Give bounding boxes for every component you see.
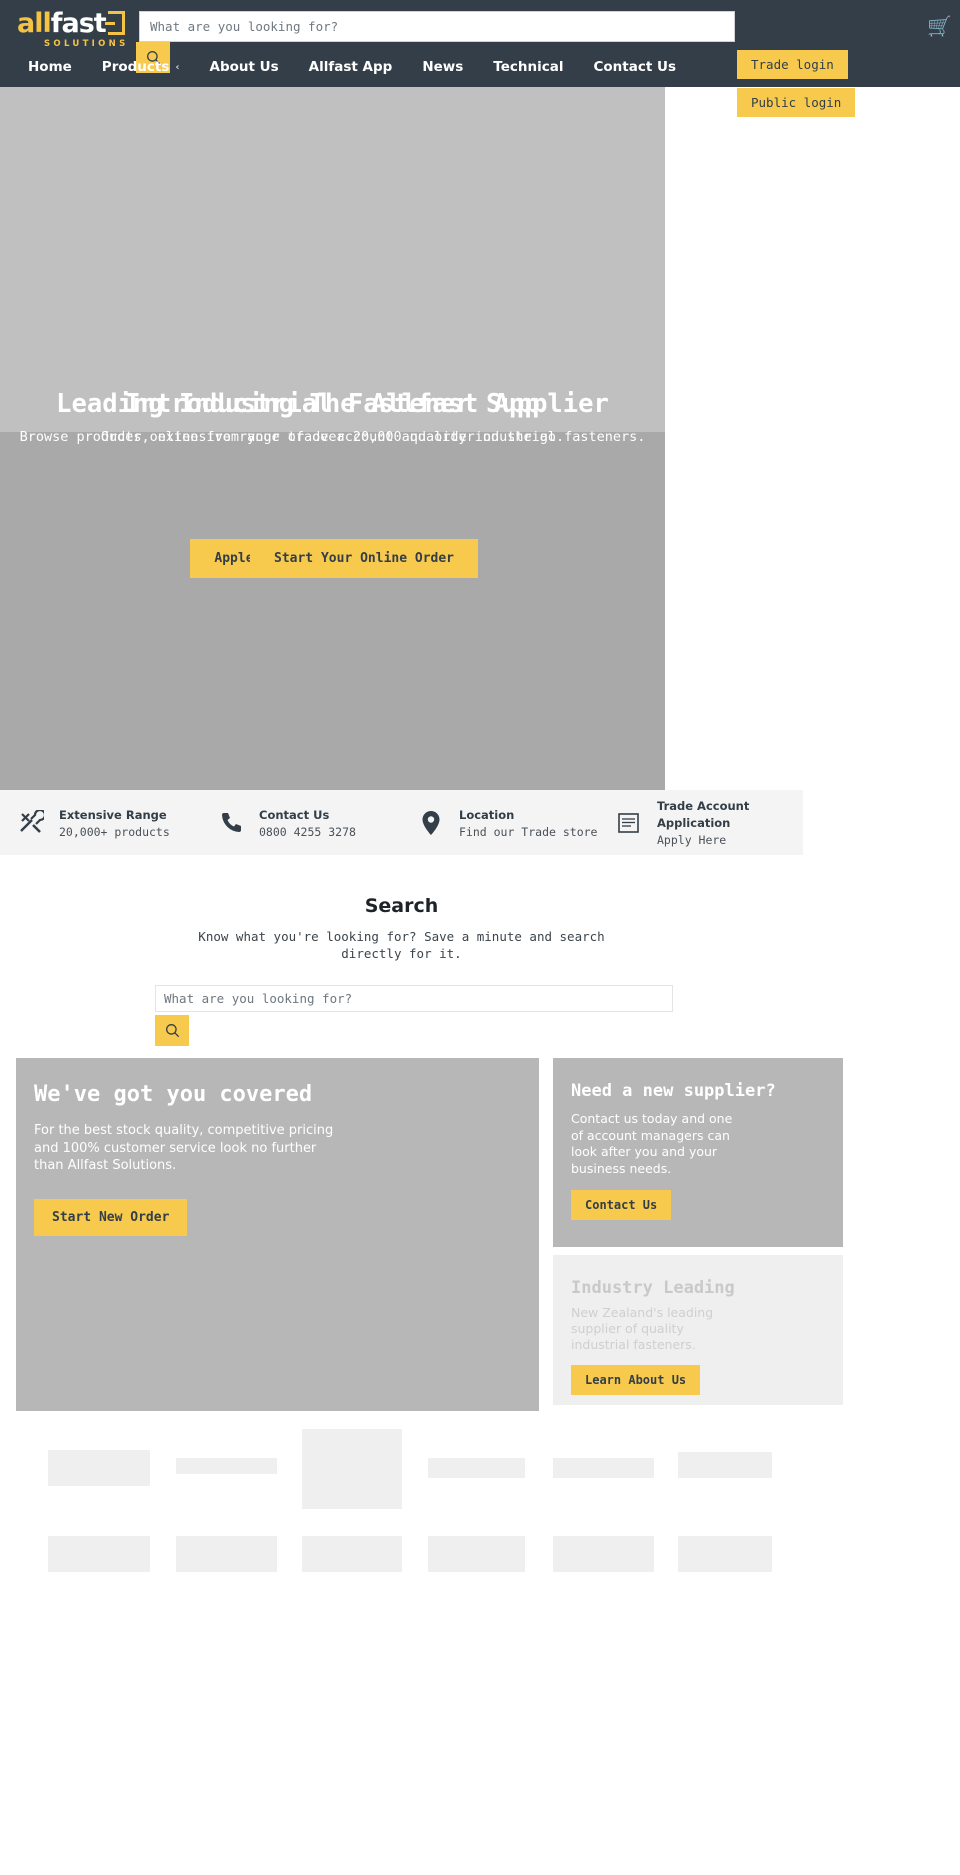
main-search-button[interactable] xyxy=(155,1015,189,1046)
nav-item-about-us[interactable]: About Us xyxy=(195,59,294,75)
feature-contact-us[interactable]: Contact Us 0800 4255 3278 xyxy=(200,806,400,840)
nav-item-home[interactable]: Home xyxy=(13,59,87,75)
nav-item-news[interactable]: News xyxy=(407,59,478,75)
search-section-title: Search xyxy=(364,895,439,917)
shopping-cart-icon[interactable]: 🛒 xyxy=(927,14,952,38)
skeleton-block xyxy=(553,1458,654,1478)
hero-overlay-band xyxy=(0,432,665,815)
skeleton-block xyxy=(302,1536,402,1572)
contact-us-button[interactable]: Contact Us xyxy=(571,1190,672,1220)
nav-label: Products xyxy=(101,59,170,75)
feature-title: Extensive Range xyxy=(59,807,167,822)
feature-text: Extensive Range 20,000+ products xyxy=(59,806,170,840)
nav-item-contact-us[interactable]: Contact Us xyxy=(578,59,691,75)
feature-sub: Apply Here xyxy=(657,833,727,847)
card-title: Industry Leading xyxy=(571,1278,735,1298)
skeleton-block xyxy=(48,1450,150,1486)
skeleton-block xyxy=(176,1536,277,1572)
logo-bracket-icon xyxy=(104,10,125,35)
hero-heading-app: Introducing The Allfast App xyxy=(125,389,540,419)
hero-button-stack: Apple Store Google Play Start Your Onlin… xyxy=(0,539,665,578)
card-industry-leading: Industry Leading New Zealand's leading s… xyxy=(553,1255,843,1405)
nav-item-technical[interactable]: Technical xyxy=(478,59,578,75)
skeleton-block xyxy=(428,1458,525,1478)
nav-label: Home xyxy=(28,59,72,75)
main-search-box[interactable] xyxy=(155,985,673,1012)
search-section: Search Know what you're looking for? Sav… xyxy=(0,895,803,962)
skeleton-block xyxy=(48,1536,150,1572)
nav-label: Allfast App xyxy=(308,59,393,75)
header-search-box[interactable] xyxy=(139,11,735,42)
feature-text: Trade Account Application Apply Here xyxy=(657,797,803,848)
feature-text: Contact Us 0800 4255 3278 xyxy=(259,806,356,840)
feature-trade-account[interactable]: Trade Account Application Apply Here xyxy=(598,797,803,848)
skeleton-block xyxy=(553,1536,654,1572)
skeleton-block xyxy=(302,1429,402,1509)
map-pin-icon xyxy=(416,808,446,838)
phone-icon xyxy=(216,808,246,838)
card-body: For the best stock quality, competitive … xyxy=(34,1123,334,1173)
features-bar: Extensive Range 20,000+ products Contact… xyxy=(0,790,803,855)
main-navigation: Home Products ‹ About Us Allfast App New… xyxy=(13,59,691,75)
card-title: We've got you covered xyxy=(34,1082,313,1107)
nav-label: About Us xyxy=(209,59,279,75)
start-online-order-button[interactable]: Start Your Online Order xyxy=(250,539,479,578)
document-icon xyxy=(614,808,644,838)
feature-title: Trade Account Application xyxy=(657,799,750,830)
card-weve-got-you-covered: We've got you covered For the best stock… xyxy=(16,1058,539,1411)
card-body: New Zealand's leading supplier of qualit… xyxy=(571,1305,714,1352)
trade-login-button[interactable]: Trade login xyxy=(737,50,848,79)
feature-title: Contact Us xyxy=(259,807,330,822)
logo-wordmark: allfast xyxy=(17,7,129,39)
hero-subheading-app: Order online from your trade account and… xyxy=(100,429,565,445)
feature-title: Location xyxy=(459,807,515,822)
search-section-subtitle: Know what you're looking for? Save a min… xyxy=(198,929,605,961)
logo-fast-text: fast xyxy=(50,7,107,39)
logo-subtitle: SOLUTIONS xyxy=(44,38,129,49)
nav-item-products[interactable]: Products ‹ xyxy=(87,59,195,75)
card-need-a-new-supplier: Need a new supplier? Contact us today an… xyxy=(553,1058,843,1247)
nav-label: Technical xyxy=(493,59,564,75)
feature-extensive-range[interactable]: Extensive Range 20,000+ products xyxy=(0,806,200,840)
feature-sub: 0800 4255 3278 xyxy=(259,824,356,839)
nav-label: Contact Us xyxy=(593,59,676,75)
header-search-input[interactable] xyxy=(140,12,734,41)
nav-item-allfast-app[interactable]: Allfast App xyxy=(294,59,408,75)
site-header: allfast SOLUTIONS Home Products ‹ About … xyxy=(0,0,960,87)
feature-sub: Find our Trade store xyxy=(459,824,598,839)
skeleton-block xyxy=(176,1458,277,1474)
search-icon xyxy=(165,1024,179,1038)
site-logo[interactable]: allfast SOLUTIONS xyxy=(17,8,129,50)
tools-icon xyxy=(16,808,46,838)
feature-sub: 20,000+ products xyxy=(59,824,170,839)
main-search-input[interactable] xyxy=(156,986,672,1011)
logo-all-text: all xyxy=(17,7,52,39)
hero-slide-app: Introducing The Allfast App Order online… xyxy=(0,387,665,448)
card-title: Need a new supplier? xyxy=(571,1081,776,1101)
skeleton-block xyxy=(678,1452,772,1478)
nav-label: News xyxy=(422,59,464,75)
skeleton-block xyxy=(428,1536,525,1572)
card-body: Contact us today and one of account mana… xyxy=(571,1111,733,1176)
hero-carousel: Leading Industrial Fastener Supplier Bro… xyxy=(0,87,665,815)
start-new-order-button[interactable]: Start New Order xyxy=(34,1198,188,1236)
public-login-button[interactable]: Public login xyxy=(737,88,856,117)
chevron-down-icon: ‹ xyxy=(175,61,180,73)
feature-location[interactable]: Location Find our Trade store xyxy=(400,806,598,840)
feature-text: Location Find our Trade store xyxy=(459,806,597,840)
learn-about-us-button[interactable]: Learn About Us xyxy=(571,1365,701,1395)
skeleton-block xyxy=(678,1536,772,1572)
